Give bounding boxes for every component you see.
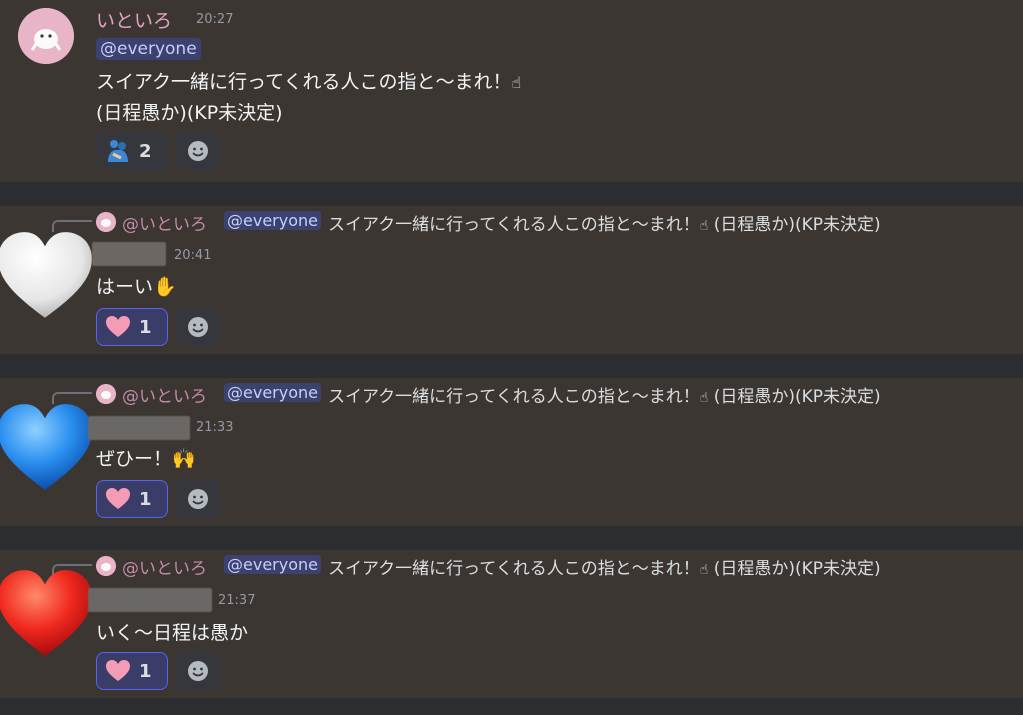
people-hugging-emoji xyxy=(108,140,128,162)
pink-heart-emoji xyxy=(106,660,130,681)
smiley-add-icon xyxy=(188,317,208,337)
message-text: ぜひー！🙌 xyxy=(96,448,196,470)
everyone-mention[interactable]: @everyone xyxy=(96,38,201,60)
reply-avatar xyxy=(96,384,116,404)
reaction-hug[interactable]: 2 xyxy=(96,132,168,170)
redacted-username xyxy=(92,242,166,266)
pointing-finger-emoji: ☝ xyxy=(699,218,709,234)
reply-preview[interactable]: スイアク一緒に行ってくれる人この指と～まれ！☝ (日程愚か)(KP未決定) xyxy=(328,554,881,579)
raising-hands-emoji: 🙌 xyxy=(172,448,196,470)
pointing-finger-emoji: ☝ xyxy=(511,73,522,92)
message-text: はーい✋ xyxy=(96,276,177,298)
reaction-heart[interactable]: 1 xyxy=(96,480,168,518)
reply-everyone-mention[interactable]: @everyone xyxy=(224,211,321,230)
separator xyxy=(0,182,1023,206)
message-main: いといろ 20:27 @everyone スイアク一緒に行ってくれる人この指と～… xyxy=(0,0,1023,182)
pointing-finger-emoji: ☝ xyxy=(699,390,709,406)
reaction-heart[interactable]: 1 xyxy=(96,652,168,690)
timestamp: 21:33 xyxy=(196,420,234,435)
reaction-count: 1 xyxy=(139,316,152,338)
add-reaction-button[interactable] xyxy=(176,308,220,346)
red-heart-icon[interactable] xyxy=(0,564,96,666)
add-reaction-button[interactable] xyxy=(176,132,220,170)
reply-username[interactable]: @いといろ xyxy=(122,382,207,407)
redacted-username xyxy=(88,416,190,440)
user-avatar[interactable] xyxy=(18,8,74,64)
smiley-add-icon xyxy=(188,489,208,509)
timestamp: 21:37 xyxy=(218,593,256,608)
reply-preview[interactable]: スイアク一緒に行ってくれる人この指と～まれ！☝ (日程愚か)(KP未決定) xyxy=(328,382,881,407)
smiley-add-icon xyxy=(188,141,208,161)
reaction-count: 1 xyxy=(139,488,152,510)
reply-username[interactable]: @いといろ xyxy=(122,210,207,235)
message-reply-2: @いといろ @everyone スイアク一緒に行ってくれる人この指と～まれ！☝ … xyxy=(0,378,1023,526)
timestamp: 20:27 xyxy=(196,12,234,27)
username[interactable]: いといろ xyxy=(96,6,172,33)
reply-avatar xyxy=(96,212,116,232)
reply-everyone-mention[interactable]: @everyone xyxy=(224,383,321,402)
message-line-1: スイアク一緒に行ってくれる人この指と～まれ！☝ xyxy=(96,71,522,93)
message-reply-1: @いといろ @everyone スイアク一緒に行ってくれる人この指と～まれ！☝ … xyxy=(0,206,1023,354)
separator xyxy=(0,526,1023,550)
raised-hand-emoji: ✋ xyxy=(153,276,177,298)
pink-heart-emoji xyxy=(106,316,130,337)
add-reaction-button[interactable] xyxy=(176,652,220,690)
message-text: いく～日程は愚か xyxy=(96,622,249,644)
reply-avatar xyxy=(96,556,116,576)
timestamp: 20:41 xyxy=(174,248,212,263)
separator xyxy=(0,354,1023,378)
reply-preview[interactable]: スイアク一緒に行ってくれる人この指と～まれ！☝ (日程愚か)(KP未決定) xyxy=(328,210,881,235)
pointing-finger-emoji: ☝ xyxy=(699,562,709,578)
redacted-username xyxy=(88,588,212,612)
separator xyxy=(0,698,1023,715)
white-heart-icon[interactable] xyxy=(0,226,96,328)
blue-heart-icon[interactable] xyxy=(0,398,96,500)
reply-everyone-mention[interactable]: @everyone xyxy=(224,555,321,574)
smiley-add-icon xyxy=(188,661,208,681)
reaction-count: 1 xyxy=(139,660,152,682)
add-reaction-button[interactable] xyxy=(176,480,220,518)
pink-heart-emoji xyxy=(106,488,130,509)
reaction-count: 2 xyxy=(139,140,152,162)
message-line-2: (日程愚か)(KP未決定) xyxy=(96,102,283,124)
reaction-heart[interactable]: 1 xyxy=(96,308,168,346)
message-reply-3: @いといろ @everyone スイアク一緒に行ってくれる人この指と～まれ！☝ … xyxy=(0,550,1023,698)
reply-username[interactable]: @いといろ xyxy=(122,554,207,579)
